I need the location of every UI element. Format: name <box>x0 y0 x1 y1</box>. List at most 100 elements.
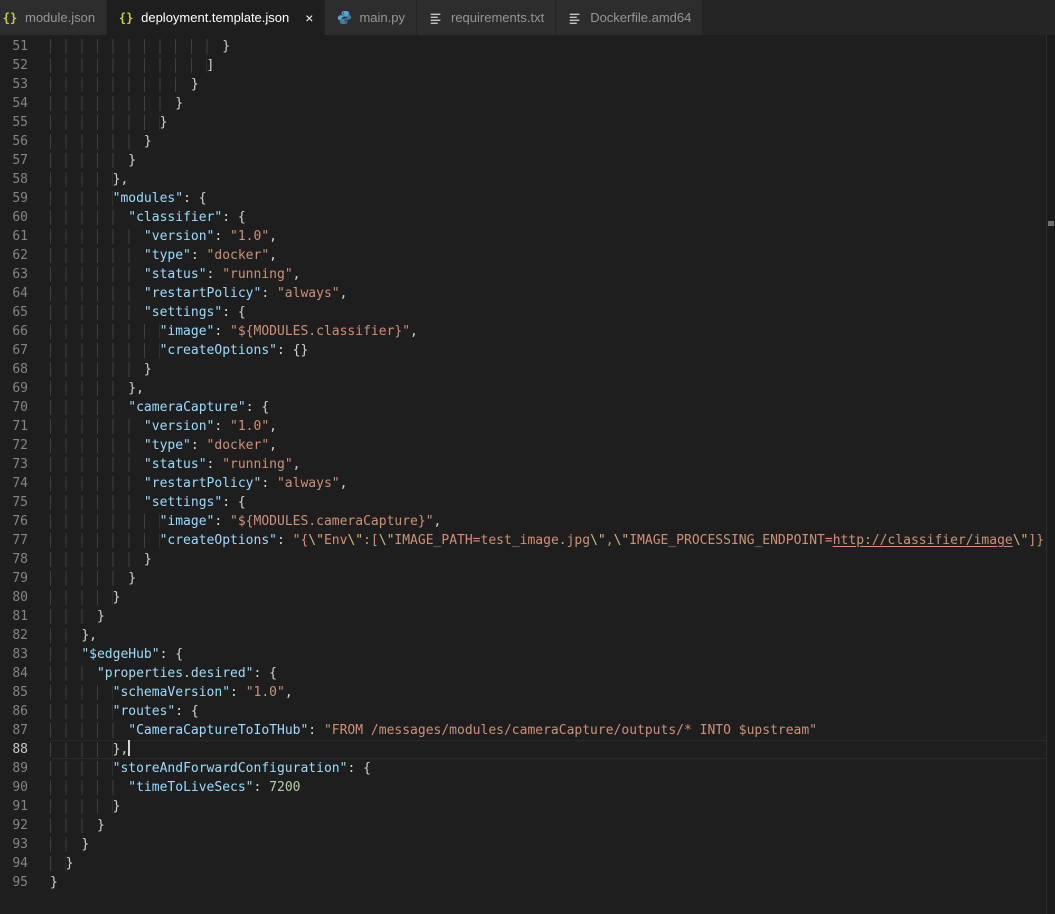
code-line-77[interactable]: 77 "createOptions": "{\"Env\":[\"IMAGE_P… <box>0 531 1055 550</box>
line-number[interactable]: 69 <box>0 379 50 398</box>
line-number[interactable]: 89 <box>0 759 50 778</box>
line-number[interactable]: 57 <box>0 151 50 170</box>
line-number[interactable]: 80 <box>0 588 50 607</box>
code-line-61[interactable]: 61 "version": "1.0", <box>0 227 1055 246</box>
line-number[interactable]: 75 <box>0 493 50 512</box>
line-number[interactable]: 68 <box>0 360 50 379</box>
line-number[interactable]: 63 <box>0 265 50 284</box>
code-line-89[interactable]: 89 "storeAndForwardConfiguration": { <box>0 759 1055 778</box>
tab-module.json[interactable]: {}module.json <box>0 0 107 35</box>
code-line-63[interactable]: 63 "status": "running", <box>0 265 1055 284</box>
line-number[interactable]: 66 <box>0 322 50 341</box>
code-line-69[interactable]: 69 }, <box>0 379 1055 398</box>
code-line-65[interactable]: 65 "settings": { <box>0 303 1055 322</box>
line-number[interactable]: 93 <box>0 835 50 854</box>
code-line-79[interactable]: 79 } <box>0 569 1055 588</box>
code-line-72[interactable]: 72 "type": "docker", <box>0 436 1055 455</box>
code-line-83[interactable]: 83 "$edgeHub": { <box>0 645 1055 664</box>
line-number[interactable]: 78 <box>0 550 50 569</box>
code-line-85[interactable]: 85 "schemaVersion": "1.0", <box>0 683 1055 702</box>
link-text[interactable]: http://classifier/image <box>833 533 1013 548</box>
line-number[interactable]: 72 <box>0 436 50 455</box>
line-number[interactable]: 86 <box>0 702 50 721</box>
code-line-62[interactable]: 62 "type": "docker", <box>0 246 1055 265</box>
code-line-54[interactable]: 54 } <box>0 94 1055 113</box>
line-number[interactable]: 94 <box>0 854 50 873</box>
code-line-82[interactable]: 82 }, <box>0 626 1055 645</box>
code-line-76[interactable]: 76 "image": "${MODULES.cameraCapture}", <box>0 512 1055 531</box>
line-number[interactable]: 92 <box>0 816 50 835</box>
code-line-90[interactable]: 90 "timeToLiveSecs": 7200 <box>0 778 1055 797</box>
tab-deployment.template.json[interactable]: {}deployment.template.json× <box>107 0 325 35</box>
line-number[interactable]: 77 <box>0 531 50 550</box>
scrollbar[interactable] <box>1046 35 1055 914</box>
code-line-95[interactable]: 95} <box>0 873 1055 892</box>
line-number[interactable]: 90 <box>0 778 50 797</box>
editor[interactable]: 51 }52 ]53 }54 }55 }56 }57 }58 },59 "mod… <box>0 35 1055 914</box>
line-number[interactable]: 83 <box>0 645 50 664</box>
code-line-78[interactable]: 78 } <box>0 550 1055 569</box>
code-line-51[interactable]: 51 } <box>0 37 1055 56</box>
code-line-56[interactable]: 56 } <box>0 132 1055 151</box>
code-line-80[interactable]: 80 } <box>0 588 1055 607</box>
line-number[interactable]: 74 <box>0 474 50 493</box>
line-number[interactable]: 61 <box>0 227 50 246</box>
code-line-60[interactable]: 60 "classifier": { <box>0 208 1055 227</box>
line-number[interactable]: 73 <box>0 455 50 474</box>
line-number[interactable]: 71 <box>0 417 50 436</box>
code-line-84[interactable]: 84 "properties.desired": { <box>0 664 1055 683</box>
line-number[interactable]: 59 <box>0 189 50 208</box>
line-number[interactable]: 84 <box>0 664 50 683</box>
code-line-92[interactable]: 92 } <box>0 816 1055 835</box>
code-line-91[interactable]: 91 } <box>0 797 1055 816</box>
code-line-55[interactable]: 55 } <box>0 113 1055 132</box>
line-number[interactable]: 60 <box>0 208 50 227</box>
line-number[interactable]: 81 <box>0 607 50 626</box>
code-line-74[interactable]: 74 "restartPolicy": "always", <box>0 474 1055 493</box>
line-number[interactable]: 70 <box>0 398 50 417</box>
code-line-71[interactable]: 71 "version": "1.0", <box>0 417 1055 436</box>
line-number[interactable]: 65 <box>0 303 50 322</box>
code-line-68[interactable]: 68 } <box>0 360 1055 379</box>
line-number[interactable]: 85 <box>0 683 50 702</box>
code-line-53[interactable]: 53 } <box>0 75 1055 94</box>
code-line-57[interactable]: 57 } <box>0 151 1055 170</box>
code-line-70[interactable]: 70 "cameraCapture": { <box>0 398 1055 417</box>
line-number[interactable]: 58 <box>0 170 50 189</box>
tab-requirements.txt[interactable]: requirements.txt <box>417 0 556 35</box>
code-line-67[interactable]: 67 "createOptions": {} <box>0 341 1055 360</box>
code-line-87[interactable]: 87 "CameraCaptureToIoTHub": "FROM /messa… <box>0 721 1055 740</box>
line-number[interactable]: 53 <box>0 75 50 94</box>
line-number[interactable]: 52 <box>0 56 50 75</box>
code-line-58[interactable]: 58 }, <box>0 170 1055 189</box>
code-line-88[interactable]: 88 }, <box>0 740 1055 759</box>
line-number[interactable]: 55 <box>0 113 50 132</box>
tab-main.py[interactable]: main.py <box>325 0 417 35</box>
close-icon[interactable]: × <box>305 11 313 25</box>
line-number[interactable]: 95 <box>0 873 50 892</box>
code-line-75[interactable]: 75 "settings": { <box>0 493 1055 512</box>
line-number[interactable]: 64 <box>0 284 50 303</box>
code-line-52[interactable]: 52 ] <box>0 56 1055 75</box>
code-line-94[interactable]: 94 } <box>0 854 1055 873</box>
line-number[interactable]: 67 <box>0 341 50 360</box>
line-number[interactable]: 91 <box>0 797 50 816</box>
line-number[interactable]: 54 <box>0 94 50 113</box>
line-number[interactable]: 87 <box>0 721 50 740</box>
code-line-64[interactable]: 64 "restartPolicy": "always", <box>0 284 1055 303</box>
line-number[interactable]: 56 <box>0 132 50 151</box>
line-number[interactable]: 62 <box>0 246 50 265</box>
code-line-86[interactable]: 86 "routes": { <box>0 702 1055 721</box>
code-line-59[interactable]: 59 "modules": { <box>0 189 1055 208</box>
tab-Dockerfile.amd64[interactable]: Dockerfile.amd64 <box>556 0 703 35</box>
code-token: , <box>340 286 348 301</box>
line-number[interactable]: 76 <box>0 512 50 531</box>
line-number[interactable]: 51 <box>0 37 50 56</box>
line-number[interactable]: 82 <box>0 626 50 645</box>
code-line-93[interactable]: 93 } <box>0 835 1055 854</box>
code-line-66[interactable]: 66 "image": "${MODULES.classifier}", <box>0 322 1055 341</box>
line-number[interactable]: 79 <box>0 569 50 588</box>
line-number[interactable]: 88 <box>0 740 50 759</box>
code-line-81[interactable]: 81 } <box>0 607 1055 626</box>
code-line-73[interactable]: 73 "status": "running", <box>0 455 1055 474</box>
